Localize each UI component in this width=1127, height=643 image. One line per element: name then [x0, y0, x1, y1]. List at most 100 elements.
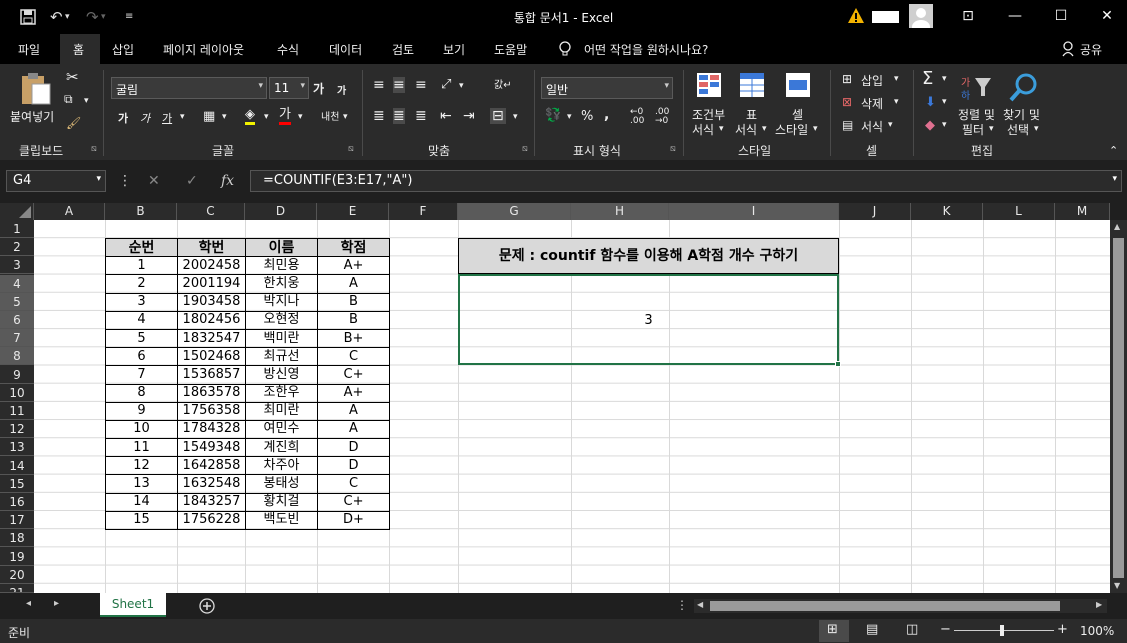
font-color-icon[interactable]: 가 [279, 107, 291, 125]
row-header[interactable]: 18 [0, 529, 34, 548]
row-header[interactable]: 7 [0, 329, 34, 348]
table-cell[interactable]: 계진희 [245, 438, 318, 458]
borders-dropdown-icon[interactable]: ▾ [222, 112, 227, 122]
account-name[interactable] [872, 11, 899, 23]
phonetic-dropdown-icon[interactable]: ▾ [343, 112, 348, 122]
table-cell[interactable]: 방신영 [245, 365, 318, 385]
table-cell[interactable]: 1549348 [177, 438, 246, 458]
orientation-dropdown-icon[interactable]: ▾ [459, 81, 464, 91]
column-header[interactable]: J [839, 203, 911, 220]
tab-view[interactable]: 보기 [443, 41, 465, 58]
align-right-icon[interactable]: ≣ [415, 108, 427, 124]
tab-data[interactable]: 데이터 [329, 41, 362, 58]
underline-icon[interactable]: 가 [162, 110, 172, 126]
comma-style-icon[interactable]: , [604, 107, 609, 123]
table-cell[interactable]: 황치걸 [245, 492, 318, 512]
row-header[interactable]: 11 [0, 402, 34, 420]
table-cell[interactable]: D+ [317, 510, 390, 531]
vertical-scroll-thumb[interactable] [1113, 238, 1124, 578]
accounting-format-icon[interactable]: 💱 [545, 108, 561, 123]
row-header[interactable]: 10 [0, 384, 34, 402]
close-icon[interactable]: ✕ [1097, 6, 1117, 26]
conditional-formatting-label-2[interactable]: 서식 [692, 121, 714, 138]
copy-icon[interactable]: ⧉ [64, 92, 73, 107]
column-header[interactable]: M [1055, 203, 1110, 220]
table-cell[interactable]: 백미란 [245, 328, 318, 349]
scroll-down-icon[interactable]: ▼ [1114, 581, 1120, 590]
format-painter-icon[interactable]: 🖌 [66, 116, 81, 130]
tab-review[interactable]: 검토 [392, 41, 414, 58]
avatar[interactable] [909, 4, 933, 28]
table-cell[interactable]: 12 [105, 456, 178, 476]
table-cell[interactable]: 11 [105, 438, 178, 458]
column-header[interactable]: L [983, 203, 1055, 220]
table-cell[interactable]: B [317, 310, 390, 330]
share-button[interactable]: 공유 [1080, 41, 1102, 58]
table-cell[interactable]: 1832547 [177, 328, 246, 349]
align-left-icon[interactable]: ≣ [373, 108, 385, 124]
paste-button-label[interactable]: 붙여넣기 [10, 108, 54, 125]
fill-color-icon[interactable]: ◈ [245, 108, 255, 125]
orientation-icon[interactable]: ⤢ [441, 77, 451, 92]
zoom-out-icon[interactable]: − [940, 622, 951, 637]
row-header[interactable]: 16 [0, 493, 34, 511]
cell-styles-dropdown-icon[interactable]: ▾ [813, 124, 818, 134]
table-cell[interactable]: C+ [317, 492, 390, 512]
row-header[interactable]: 12 [0, 420, 34, 439]
row-header[interactable]: 20 [0, 566, 34, 584]
paste-icon[interactable] [20, 72, 52, 106]
new-sheet-icon[interactable] [199, 598, 215, 614]
delete-cells-icon[interactable]: ⊠ [842, 95, 852, 109]
row-header[interactable]: 21 [0, 584, 34, 593]
zoom-slider-thumb[interactable] [1000, 625, 1004, 636]
row-header[interactable]: 2 [0, 238, 34, 257]
tab-file[interactable]: 파일 [18, 41, 40, 58]
wrap-text-icon[interactable]: 갌↵ [494, 76, 512, 91]
table-cell[interactable]: 1802456 [177, 310, 246, 330]
column-header[interactable]: F [389, 203, 458, 220]
table-cell[interactable]: 최민용 [245, 256, 318, 276]
vertical-scrollbar[interactable]: ▲ ▼ [1110, 220, 1127, 593]
table-cell[interactable]: 봉태성 [245, 474, 318, 494]
copy-dropdown-icon[interactable]: ▾ [84, 96, 89, 106]
tab-split-handle-icon[interactable]: ⋮ [676, 598, 688, 612]
row-header[interactable]: 8 [0, 347, 34, 366]
number-launcher-icon[interactable]: ⧅ [670, 144, 676, 154]
page-break-preview-icon[interactable]: ◫ [906, 622, 918, 637]
column-header[interactable]: D [245, 203, 317, 220]
table-cell[interactable]: 1863578 [177, 383, 246, 403]
number-format-select[interactable]: 일반 ▾ [541, 77, 673, 99]
table-cell[interactable]: 13 [105, 474, 178, 494]
format-cells-icon[interactable]: ▤ [842, 118, 853, 132]
row-header[interactable]: 9 [0, 366, 34, 384]
format-as-table-dropdown-icon[interactable]: ▾ [762, 124, 767, 134]
tell-me-search[interactable]: 어떤 작업을 원하시나요? [584, 41, 708, 58]
warning-icon[interactable] [847, 7, 865, 25]
select-all-corner[interactable] [0, 203, 34, 220]
horizontal-scroll-thumb[interactable] [710, 601, 1060, 611]
table-cell[interactable]: 백도빈 [245, 510, 318, 531]
format-cells-label[interactable]: 서식 [861, 118, 883, 135]
horizontal-scrollbar[interactable]: ◀ ▶ [694, 599, 1107, 613]
next-sheet-icon[interactable]: ▸ [54, 598, 59, 609]
decrease-decimal-icon[interactable]: .00 →0 [655, 108, 669, 126]
answer-cell-selected[interactable]: 3 [458, 274, 839, 365]
table-cell[interactable]: 1903458 [177, 292, 246, 312]
row-header[interactable]: 17 [0, 511, 34, 530]
row-header[interactable]: 19 [0, 548, 34, 566]
table-cell[interactable]: 1642858 [177, 456, 246, 476]
table-cell[interactable]: 9 [105, 401, 178, 421]
table-cell[interactable]: 2002458 [177, 256, 246, 276]
ribbon-display-options-icon[interactable]: ⊡ [958, 6, 978, 26]
find-select-label-2[interactable]: 선택 [1007, 121, 1029, 138]
align-middle-icon[interactable]: ≡ [393, 77, 405, 93]
fill-down-icon[interactable]: ⬇ [925, 95, 936, 110]
table-cell[interactable]: 1756228 [177, 510, 246, 531]
cell-styles-icon[interactable] [785, 72, 815, 102]
normal-view-icon[interactable]: ⊞ [827, 622, 838, 637]
table-cell[interactable]: 1 [105, 256, 178, 276]
fill-color-dropdown-icon[interactable]: ▾ [264, 112, 269, 122]
column-header[interactable]: A [34, 203, 105, 220]
table-cell[interactable]: D [317, 456, 390, 476]
column-header[interactable]: G [458, 203, 571, 220]
